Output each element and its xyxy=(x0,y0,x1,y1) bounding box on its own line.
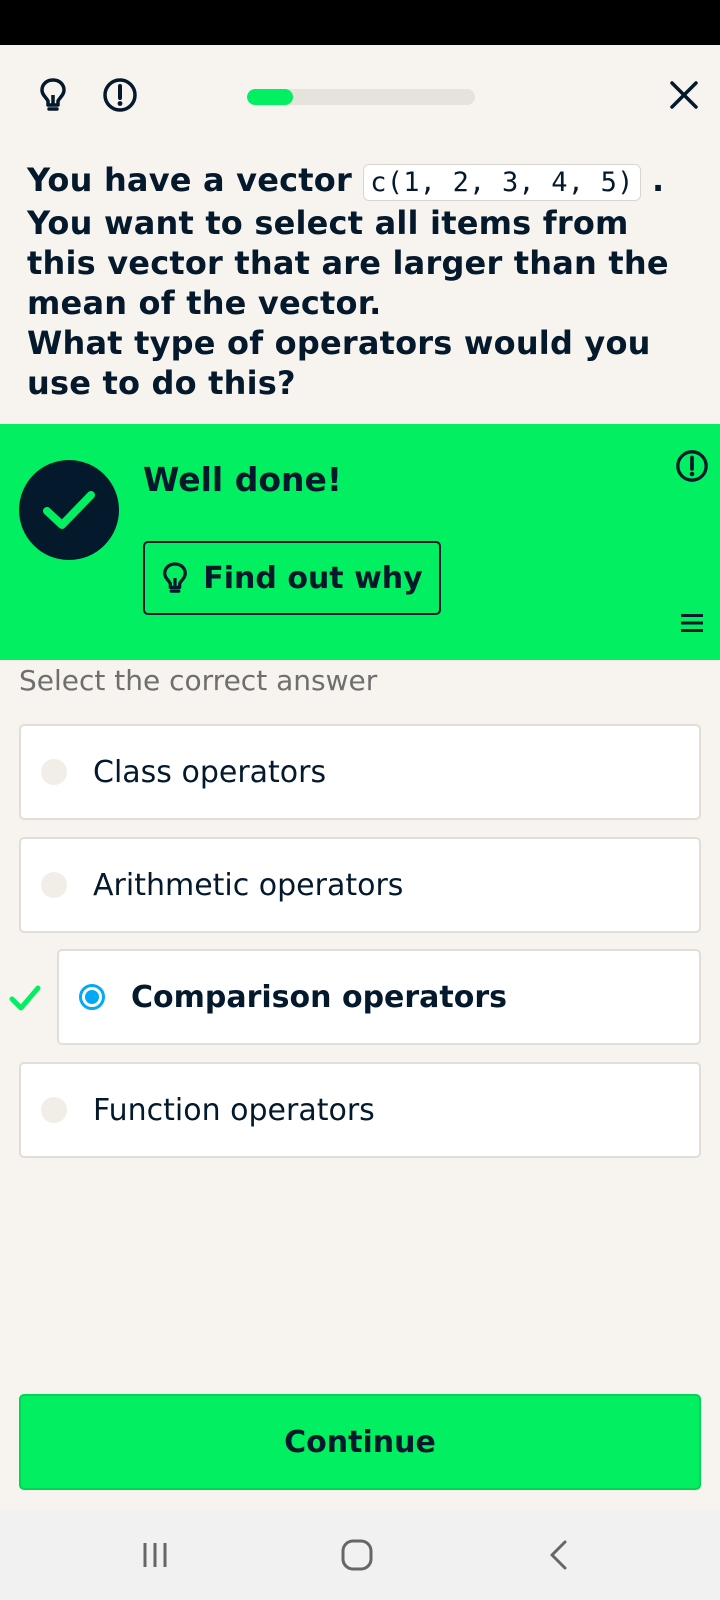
checkmark-icon xyxy=(19,460,119,560)
question-part-1: You have a vector xyxy=(27,161,352,199)
close-icon[interactable] xyxy=(664,75,704,115)
answer-option-label: Class operators xyxy=(93,754,327,790)
find-out-why-label: Find out why xyxy=(203,560,423,596)
progress-fill xyxy=(247,89,293,105)
answer-option[interactable]: Arithmetic operators xyxy=(19,837,701,933)
lightbulb-icon xyxy=(163,562,188,593)
radio-button[interactable] xyxy=(41,1097,67,1123)
radio-button[interactable] xyxy=(41,759,67,785)
code-snippet: c(1, 2, 3, 4, 5) xyxy=(363,164,641,201)
feedback-panel: Well done! Find out why xyxy=(0,424,720,660)
answer-option[interactable]: Function operators xyxy=(19,1062,701,1158)
continue-button[interactable]: Continue xyxy=(19,1394,701,1490)
answer-option[interactable]: Class operators xyxy=(19,724,701,820)
question-period: . xyxy=(651,161,665,199)
answer-option-label: Function operators xyxy=(93,1092,375,1128)
status-bar xyxy=(0,0,720,45)
question-line-3: What type of operators would you use to … xyxy=(27,324,651,402)
radio-button[interactable] xyxy=(41,872,67,898)
continue-label: Continue xyxy=(284,1424,436,1460)
radio-button-selected[interactable] xyxy=(79,984,105,1010)
answer-option-selected[interactable]: Comparison operators xyxy=(57,949,701,1045)
correct-check-icon xyxy=(8,983,42,1013)
question-text: You have a vector c(1, 2, 3, 4, 5) . You… xyxy=(27,160,697,403)
recent-apps-icon[interactable] xyxy=(138,1538,172,1572)
system-nav-bar xyxy=(0,1510,720,1600)
find-out-why-button[interactable]: Find out why xyxy=(143,541,441,615)
menu-icon[interactable] xyxy=(678,610,706,636)
report-icon[interactable] xyxy=(674,448,710,484)
answer-option-label: Comparison operators xyxy=(131,979,508,1015)
back-icon[interactable] xyxy=(544,1538,574,1572)
home-icon[interactable] xyxy=(338,1536,376,1574)
feedback-title: Well done! xyxy=(143,460,342,499)
progress-bar xyxy=(247,89,475,105)
answer-option-label: Arithmetic operators xyxy=(93,867,404,903)
question-line-1: You have a vector c(1, 2, 3, 4, 5) . xyxy=(27,160,697,203)
question-line-2: You want to select all items from this v… xyxy=(27,204,669,322)
lightbulb-icon[interactable] xyxy=(33,75,73,115)
report-icon[interactable] xyxy=(100,75,140,115)
answer-prompt: Select the correct answer xyxy=(19,664,378,697)
